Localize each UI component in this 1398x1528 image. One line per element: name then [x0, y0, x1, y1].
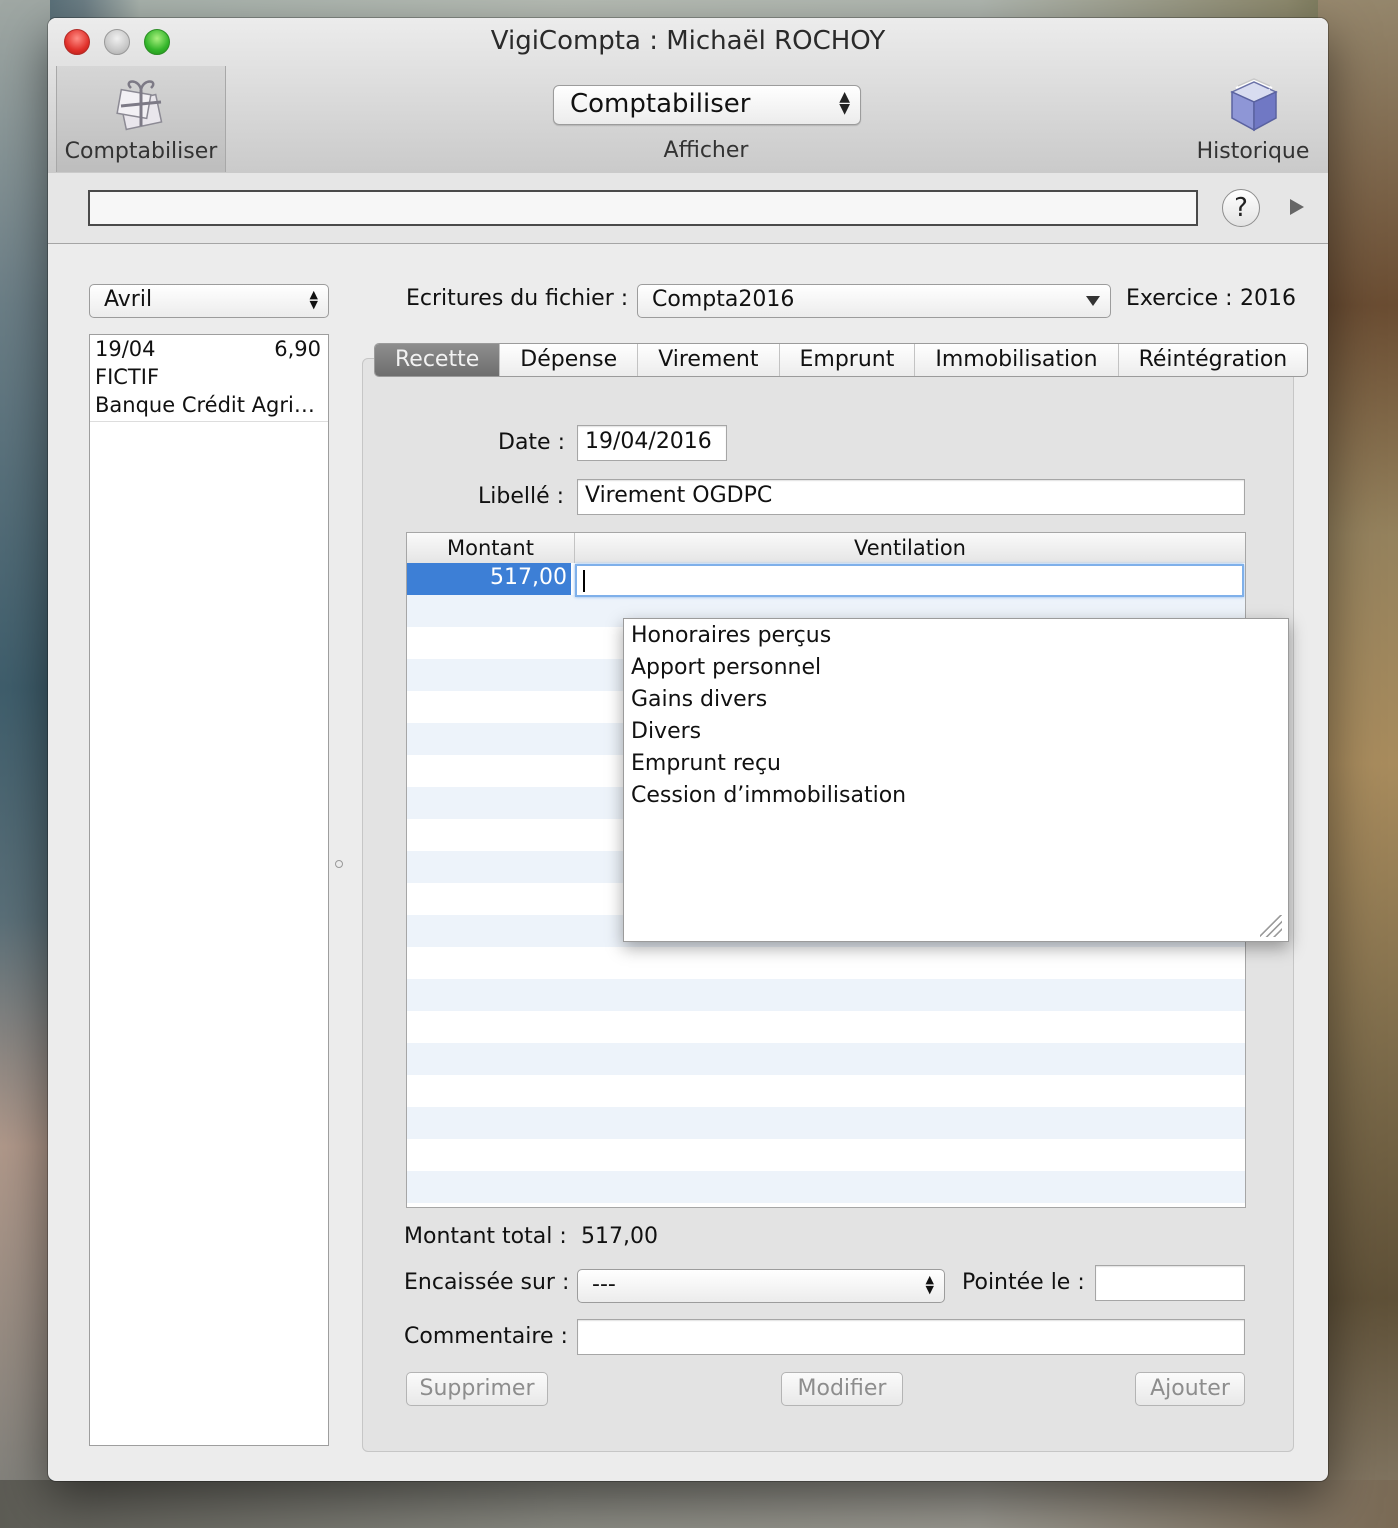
- pointee-field[interactable]: [1095, 1265, 1245, 1301]
- split-view-handle[interactable]: [335, 860, 343, 868]
- ajouter-button[interactable]: Ajouter: [1135, 1372, 1245, 1406]
- tab-reintegration[interactable]: Réintégration: [1119, 344, 1308, 376]
- entry-name: FICTIF: [95, 365, 160, 389]
- ventilation-option[interactable]: Cession d’immobilisation: [631, 783, 906, 808]
- ventilation-option[interactable]: Gains divers: [631, 687, 767, 712]
- file-select-value: Compta2016: [652, 287, 795, 312]
- view-select-value: Comptabiliser: [570, 89, 751, 119]
- ventilation-input[interactable]: [575, 564, 1244, 597]
- gift-icon: [116, 80, 163, 131]
- ventilation-option[interactable]: Honoraires perçus: [631, 623, 831, 648]
- toolbar-historique-button[interactable]: Historique: [1188, 68, 1318, 172]
- entry-amount: 6,90: [274, 337, 321, 361]
- tab-virement[interactable]: Virement: [638, 344, 780, 376]
- toolbar-comptabiliser-label: Comptabiliser: [64, 139, 218, 164]
- selected-amount-cell[interactable]: 517,00: [407, 563, 571, 595]
- exercice-value: 2016: [1240, 286, 1296, 311]
- encaissee-select-value: ---: [592, 1272, 616, 1297]
- toolbar-historique-label: Historique: [1196, 139, 1310, 164]
- libelle-label: Libellé :: [478, 484, 565, 509]
- libelle-field-value: Virement OGDPC: [585, 483, 773, 508]
- ventilation-option[interactable]: Divers: [631, 719, 701, 744]
- file-label: Ecritures du fichier :: [406, 286, 629, 311]
- encaissee-label: Encaissée sur :: [404, 1270, 570, 1295]
- desktop-background-left: [0, 0, 50, 1528]
- titlebar: VigiCompta : Michaël ROCHOY Comptabilise…: [48, 18, 1328, 174]
- total-label: Montant total :: [404, 1224, 567, 1249]
- date-field[interactable]: 19/04/2016: [577, 425, 727, 461]
- month-select[interactable]: Avril ▲ ▼: [89, 284, 329, 318]
- file-drawer-icon: [1230, 78, 1278, 132]
- ventilation-option[interactable]: Emprunt reçu: [631, 751, 781, 776]
- selected-amount-value: 517,00: [490, 565, 567, 590]
- tab-bar: Recette Dépense Virement Emprunt Immobil…: [374, 343, 1309, 377]
- view-select[interactable]: Comptabiliser ▲ ▼: [553, 85, 861, 125]
- help-button[interactable]: ?: [1222, 189, 1260, 227]
- toolbar-comptabiliser-button[interactable]: Comptabiliser: [56, 66, 226, 172]
- commentaire-field[interactable]: [577, 1319, 1245, 1355]
- desktop-background-right: [1318, 0, 1398, 1528]
- view-select-caption: Afficher: [663, 138, 749, 163]
- table-header: Montant Ventilation: [407, 533, 1245, 564]
- tab-depense[interactable]: Dépense: [500, 344, 639, 376]
- libelle-field[interactable]: Virement OGDPC: [577, 479, 1245, 515]
- date-field-value: 19/04/2016: [585, 429, 712, 454]
- desktop-background-bottom: [0, 1480, 1398, 1528]
- updown-arrows-icon: ▲ ▼: [839, 89, 850, 117]
- supprimer-button[interactable]: Supprimer: [406, 1372, 548, 1406]
- entry-bank: Banque Crédit Agri…: [95, 393, 315, 417]
- text-caret: [583, 570, 585, 592]
- tab-recette[interactable]: Recette: [375, 344, 501, 376]
- entry-date: 19/04: [95, 337, 156, 361]
- app-window: VigiCompta : Michaël ROCHOY Comptabilise…: [48, 18, 1328, 1481]
- play-triangle-icon[interactable]: [1290, 199, 1304, 215]
- modifier-button[interactable]: Modifier: [781, 1372, 903, 1406]
- encaissee-select[interactable]: --- ▲ ▼: [577, 1269, 945, 1303]
- list-item[interactable]: 19/04 6,90 FICTIF Banque Crédit Agri…: [90, 335, 328, 422]
- date-label: Date :: [498, 430, 565, 455]
- column-header-montant[interactable]: Montant: [407, 533, 575, 563]
- search-bar: ?: [48, 173, 1328, 244]
- updown-arrows-icon: ▲ ▼: [925, 1273, 934, 1296]
- exercice-label: Exercice :: [1126, 286, 1233, 311]
- tab-emprunt[interactable]: Emprunt: [780, 344, 916, 376]
- ventilation-option[interactable]: Apport personnel: [631, 655, 821, 680]
- updown-arrows-icon: ▲ ▼: [309, 288, 318, 311]
- resize-grip-icon[interactable]: [1260, 915, 1282, 937]
- window-title: VigiCompta : Michaël ROCHOY: [490, 26, 886, 56]
- search-input[interactable]: [88, 190, 1198, 226]
- tab-immobilisation[interactable]: Immobilisation: [915, 344, 1119, 376]
- month-select-value: Avril: [104, 287, 153, 312]
- commentaire-label: Commentaire :: [404, 1324, 568, 1349]
- entries-list: 19/04 6,90 FICTIF Banque Crédit Agri…: [89, 334, 329, 1446]
- column-header-ventilation[interactable]: Ventilation: [575, 533, 1245, 563]
- ventilation-autocomplete-list: Honoraires perçus Apport personnel Gains…: [623, 618, 1289, 942]
- pointee-label: Pointée le :: [962, 1270, 1085, 1295]
- file-select[interactable]: Compta2016: [637, 284, 1111, 318]
- total-value: 517,00: [581, 1224, 658, 1249]
- dropdown-triangle-icon: [1086, 296, 1100, 306]
